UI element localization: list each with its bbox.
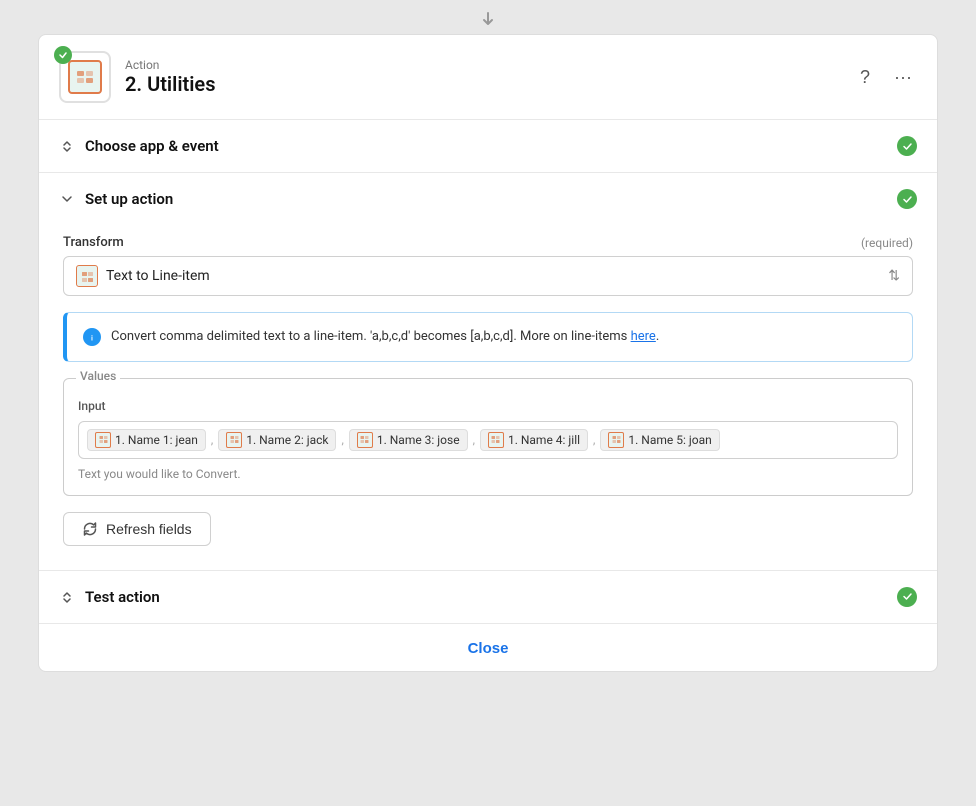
setup-action-toggle-icon [59,191,75,207]
tag-name1: 1. Name 1: jean [87,429,206,451]
setup-action-body: Transform (required) Text to L [39,225,937,570]
card-header: Action 2. Utilities ? ··· [39,35,937,119]
tag-icon-1 [95,432,111,448]
tag-name5: 1. Name 5: joan [600,429,719,451]
transform-required: (required) [861,236,913,250]
header-actions: ? ··· [851,63,917,91]
refresh-icon [82,521,98,537]
tag-sep-3: , [473,433,475,447]
action-label: Action [125,58,837,72]
transform-select-value: Text to Line-item [106,268,880,284]
values-inner: Input [64,379,912,495]
help-button[interactable]: ? [851,63,879,91]
values-legend: Values [76,369,120,383]
header-check-badge [54,46,72,64]
tag-sep-2: , [341,433,343,447]
test-action-check [897,587,917,607]
main-card: Action 2. Utilities ? ··· Choose app & e… [38,34,938,672]
transform-select-arrows: ⇅ [888,268,900,284]
tag-icon-5 [608,432,624,448]
input-label: Input [78,399,898,413]
input-helper-text: Text you would like to Convert. [78,467,898,481]
tag-name3: 1. Name 3: jose [349,429,468,451]
test-action-section-header[interactable]: Test action [39,571,937,623]
choose-app-section-title: Choose app & event [85,137,887,155]
choose-app-section-header[interactable]: Choose app & event [39,120,937,172]
tag-sep-4: , [593,433,595,447]
connector-arrow [478,10,498,30]
test-action-section-title: Test action [85,588,887,606]
tag-sep-1: , [211,433,213,447]
close-button[interactable]: Close [468,640,509,657]
tag-icon-3 [357,432,373,448]
page-wrapper: Action 2. Utilities ? ··· Choose app & e… [0,10,976,806]
refresh-fields-button[interactable]: Refresh fields [63,512,211,546]
refresh-fields-label: Refresh fields [106,521,192,537]
info-box: i Convert comma delimited text to a line… [63,312,913,362]
tag-label-4: 1. Name 4: jill [508,433,580,447]
utilities-icon [68,60,102,94]
values-group: Values Input [63,378,913,496]
transform-label-row: Transform (required) [63,235,913,250]
tags-row[interactable]: 1. Name 1: jean , [78,421,898,459]
tag-icon-4 [488,432,504,448]
tag-label-2: 1. Name 2: jack [246,433,328,447]
transform-label: Transform [63,235,124,250]
tag-name4: 1. Name 4: jill [480,429,588,451]
setup-action-check [897,189,917,209]
here-link[interactable]: here [631,329,656,344]
tag-label-5: 1. Name 5: joan [628,433,711,447]
choose-app-section: Choose app & event [39,119,937,172]
header-text: Action 2. Utilities [125,58,837,96]
choose-app-check [897,136,917,156]
close-row: Close [39,623,937,671]
setup-action-section-title: Set up action [85,190,887,208]
tag-label-3: 1. Name 3: jose [377,433,460,447]
action-icon-wrap [59,51,111,103]
action-title: 2. Utilities [125,72,837,96]
more-options-button[interactable]: ··· [889,63,917,91]
tag-label-1: 1. Name 1: jean [115,433,198,447]
test-action-toggle-icon [59,589,75,605]
info-icon: i [83,328,101,346]
tag-name2: 1. Name 2: jack [218,429,336,451]
tag-icon-2 [226,432,242,448]
setup-action-section: Set up action Transform (required) [39,172,937,570]
transform-field-group: Transform (required) Text to L [63,235,913,296]
choose-app-toggle-icon [59,138,75,154]
transform-select[interactable]: Text to Line-item ⇅ [63,256,913,296]
setup-action-section-header[interactable]: Set up action [39,173,937,225]
svg-text:i: i [91,336,93,343]
test-action-section: Test action [39,570,937,623]
info-text: Convert comma delimited text to a line-i… [111,327,659,347]
transform-select-icon [76,265,98,287]
